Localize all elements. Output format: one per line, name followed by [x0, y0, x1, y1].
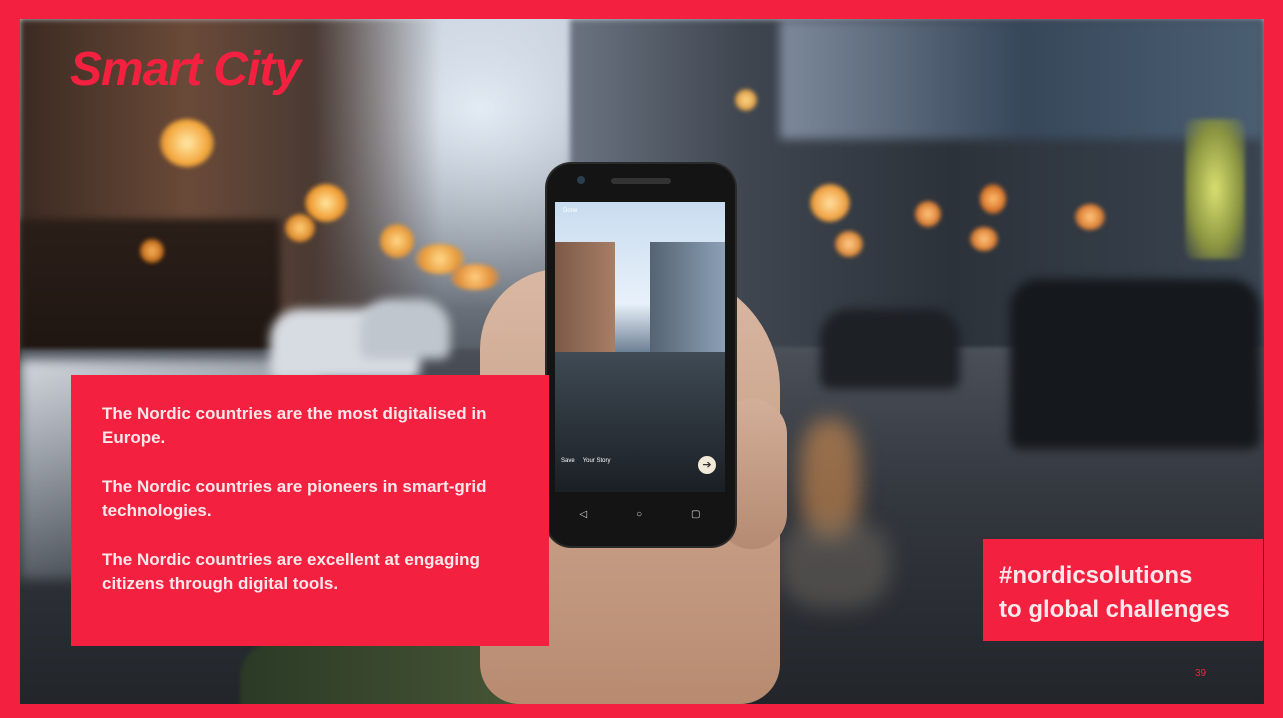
- phone-screen: Done Save Your Story ➔: [555, 202, 725, 492]
- street-light: [915, 201, 941, 227]
- front-camera: [577, 176, 585, 184]
- phone-nav-bar: ◁ ○ ▢: [555, 502, 725, 526]
- back-icon: ◁: [579, 508, 588, 520]
- fact-item: The Nordic countries are the most digita…: [102, 404, 487, 447]
- page-number: 39: [1195, 668, 1207, 679]
- street-light: [160, 119, 214, 167]
- facts-box: The Nordic countries are the most digita…: [71, 375, 549, 646]
- home-icon: ○: [636, 508, 643, 520]
- street-light: [140, 239, 164, 263]
- hashtag-box: #nordicsolutions to global challenges: [983, 539, 1263, 641]
- phone-speaker: [611, 178, 671, 184]
- fact-item: The Nordic countries are excellent at en…: [102, 550, 480, 593]
- parked-car-left-2: [360, 299, 450, 359]
- street-light: [305, 184, 347, 222]
- screen-top-label: Done: [563, 208, 578, 214]
- tagline-line: to global challenges: [999, 596, 1230, 623]
- fact-item: The Nordic countries are pioneers in sma…: [102, 477, 487, 520]
- moving-car-right: [820, 309, 960, 389]
- arrow-right-icon: ➔: [698, 456, 716, 474]
- save-label: Save: [561, 458, 575, 464]
- parked-car-right: [1010, 279, 1260, 449]
- street-light: [285, 214, 315, 242]
- smartphone: Done Save Your Story ➔ ◁ ○ ▢: [547, 164, 735, 546]
- screen-right-buildings: [650, 242, 725, 352]
- street-reflection: [780, 519, 890, 609]
- street-light: [380, 224, 414, 258]
- recent-apps-icon: ▢: [691, 508, 701, 520]
- sky-glow: [735, 89, 757, 111]
- street-light: [1075, 204, 1105, 230]
- street-light: [970, 227, 998, 251]
- street-light: [835, 231, 863, 257]
- window-glow: [1185, 119, 1245, 259]
- street-light: [810, 184, 850, 222]
- hashtag-line: #nordicsolutions: [999, 562, 1193, 589]
- screen-actions: Save Your Story: [561, 458, 610, 464]
- slide: Done Save Your Story ➔ ◁ ○ ▢ Smart City …: [0, 0, 1283, 718]
- slide-title: Smart City: [70, 43, 301, 96]
- street-light: [450, 264, 500, 290]
- screen-left-buildings: [555, 242, 615, 352]
- your-story-label: Your Story: [582, 458, 611, 464]
- street-light: [980, 184, 1006, 214]
